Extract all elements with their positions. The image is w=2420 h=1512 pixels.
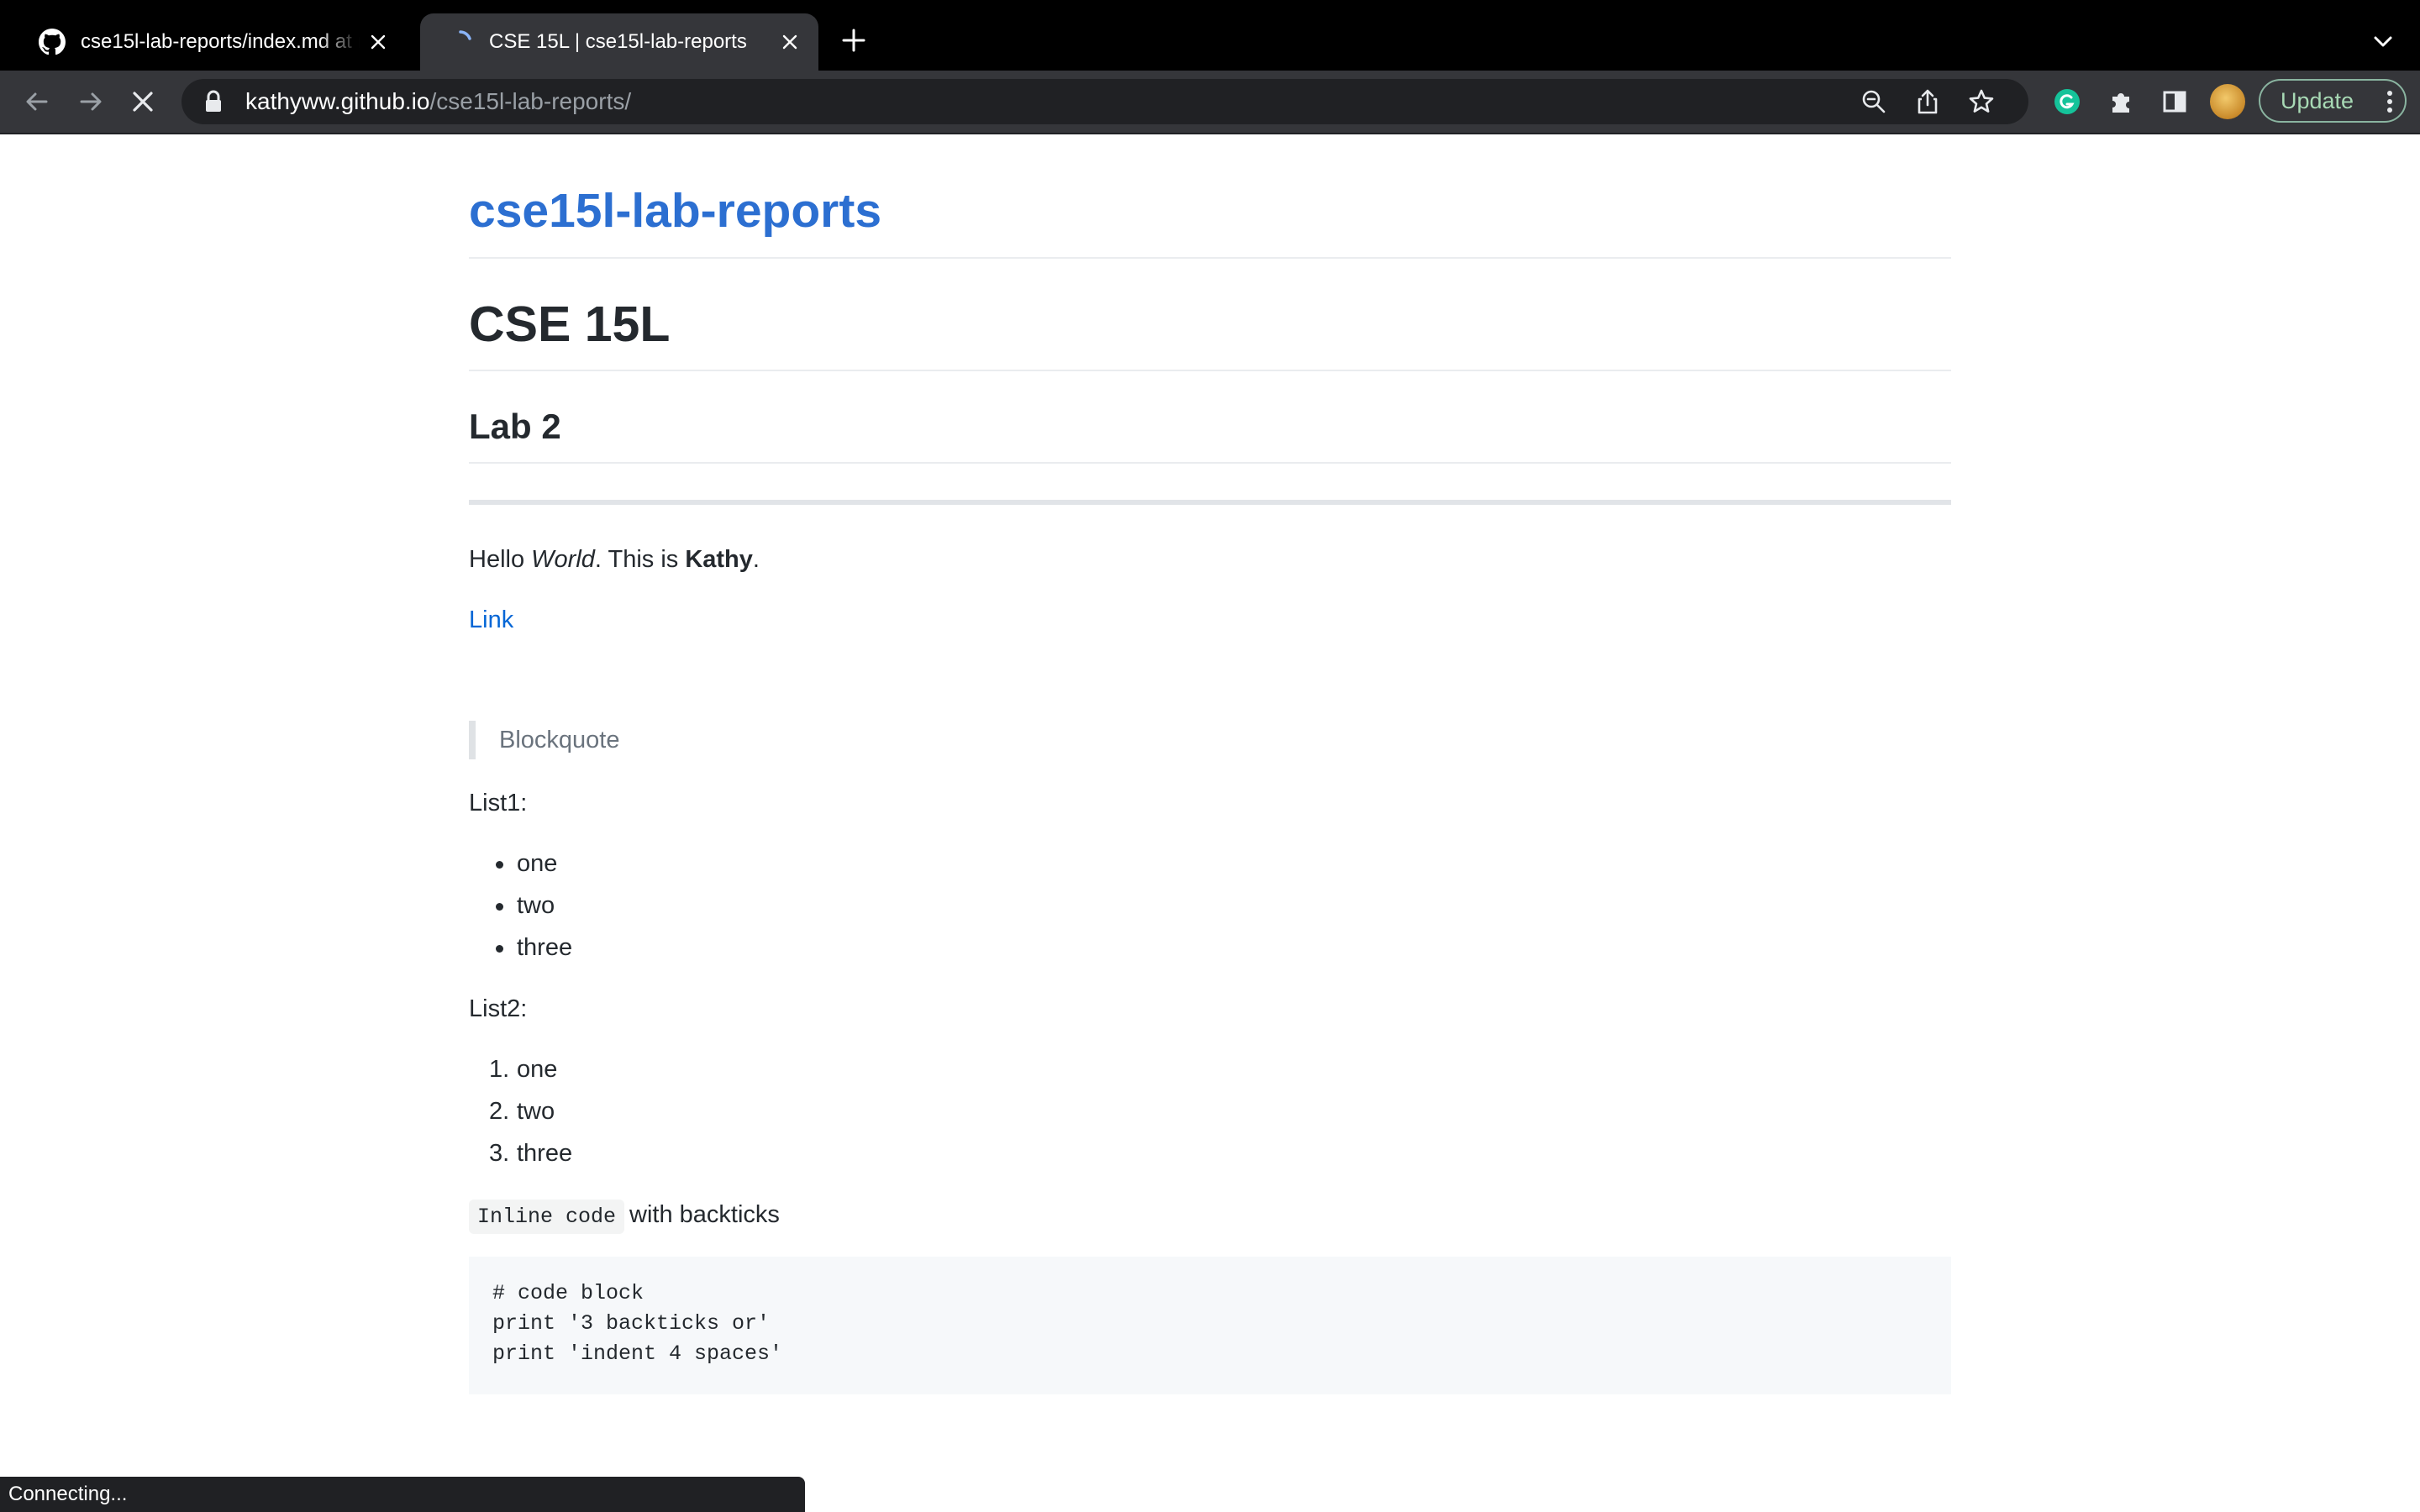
update-button[interactable]: Update (2259, 79, 2407, 123)
list-item-text: two (517, 892, 555, 919)
list2-label: List2: (469, 995, 528, 1022)
list-item: 3. three (469, 1142, 572, 1184)
inline-code-suffix: with backticks (629, 1201, 780, 1228)
intro-paragraph: Hello World. This is Kathy. (469, 548, 760, 572)
intro-prefix: Hello (469, 546, 532, 573)
github-icon (39, 29, 66, 55)
intro-suffix: . (752, 546, 760, 573)
intro-middle: . This is (594, 546, 686, 573)
blockquote: Blockquote (469, 721, 620, 759)
tab-search-chevron-icon[interactable] (2365, 25, 2402, 59)
stop-loading-icon[interactable] (126, 85, 160, 118)
new-tab-plus-icon[interactable] (837, 24, 871, 57)
page-heading: CSE 15L (469, 297, 671, 352)
url-host: kathyww.github.io (245, 88, 430, 114)
list-marker: 2. (489, 1098, 510, 1125)
numbered-list: 1. one 2. two 3. three (469, 1058, 572, 1184)
list1-label: List1: (469, 790, 528, 816)
share-icon[interactable] (1911, 85, 1944, 118)
heading-divider (469, 370, 1951, 371)
tab-title: cse15l-lab-reports/index.md at main (81, 30, 360, 53)
list-item: one (469, 852, 572, 894)
tab-github-index[interactable]: cse15l-lab-reports/index.md at main (12, 13, 407, 71)
code-line: print 'indent 4 spaces' (492, 1341, 783, 1366)
list-item-text: three (517, 934, 573, 961)
section-heading: Lab 2 (469, 407, 561, 446)
code-block: # code block print '3 backticks or' print … (469, 1257, 1951, 1394)
inline-code: Inline code (469, 1200, 625, 1234)
list-item-text: three (517, 1140, 573, 1167)
list-item-text: one (517, 1056, 558, 1083)
address-bar[interactable]: kathyww.github.io/cse15l-lab-reports/ (182, 79, 2028, 124)
browser-toolbar: kathyww.github.io/cse15l-lab-reports/ Up… (0, 71, 2420, 134)
blockquote-text: Blockquote (499, 726, 620, 753)
close-tab-icon[interactable] (366, 30, 390, 54)
header-divider (469, 257, 1951, 259)
intro-bold: Kathy (685, 546, 753, 573)
list-item: 1. one (469, 1058, 572, 1100)
list-item: three (469, 936, 572, 978)
inline-code-paragraph: Inline code with backticks (469, 1200, 780, 1234)
lock-icon[interactable] (203, 90, 224, 113)
url-path: /cse15l-lab-reports/ (429, 88, 632, 114)
bullet-list: one two three (469, 852, 572, 978)
horizontal-rule (469, 500, 1951, 505)
list-item: 2. two (469, 1100, 572, 1142)
close-tab-icon[interactable] (778, 30, 802, 54)
list-item-text: one (517, 850, 558, 877)
intro-italic: World (531, 546, 595, 573)
site-title-link[interactable]: cse15l-lab-reports (469, 183, 881, 239)
tab-cse15l[interactable]: CSE 15L | cse15l-lab-reports (420, 13, 818, 71)
forward-arrow-icon[interactable] (74, 85, 108, 118)
zoom-icon[interactable] (1857, 85, 1891, 118)
tab-title: CSE 15L | cse15l-lab-reports (489, 30, 747, 53)
more-vertical-icon[interactable] (2386, 89, 2393, 120)
url-text[interactable]: kathyww.github.io/cse15l-lab-reports/ (245, 88, 631, 115)
section-divider (469, 462, 1951, 464)
text-link[interactable]: Link (469, 606, 513, 633)
profile-avatar[interactable] (2210, 84, 2245, 119)
list-marker: 1. (489, 1056, 510, 1083)
extensions-puzzle-icon[interactable] (2104, 85, 2138, 118)
status-text: Connecting... (8, 1483, 128, 1505)
list-item: two (469, 894, 572, 936)
side-panel-icon[interactable] (2158, 85, 2191, 118)
bookmark-star-icon[interactable] (1965, 85, 1998, 118)
list-marker: 3. (489, 1140, 510, 1167)
update-label: Update (2281, 87, 2354, 113)
tab-strip: cse15l-lab-reports/index.md at main CSE … (0, 0, 2420, 71)
back-arrow-icon[interactable] (20, 85, 54, 118)
code-line: print '3 backticks or' (492, 1311, 771, 1336)
status-bubble: Connecting... (0, 1477, 805, 1512)
grammarly-icon[interactable] (2050, 85, 2084, 118)
code-line: # code block (492, 1281, 644, 1305)
list-item-text: two (517, 1098, 555, 1125)
loading-spinner-icon (447, 29, 474, 55)
